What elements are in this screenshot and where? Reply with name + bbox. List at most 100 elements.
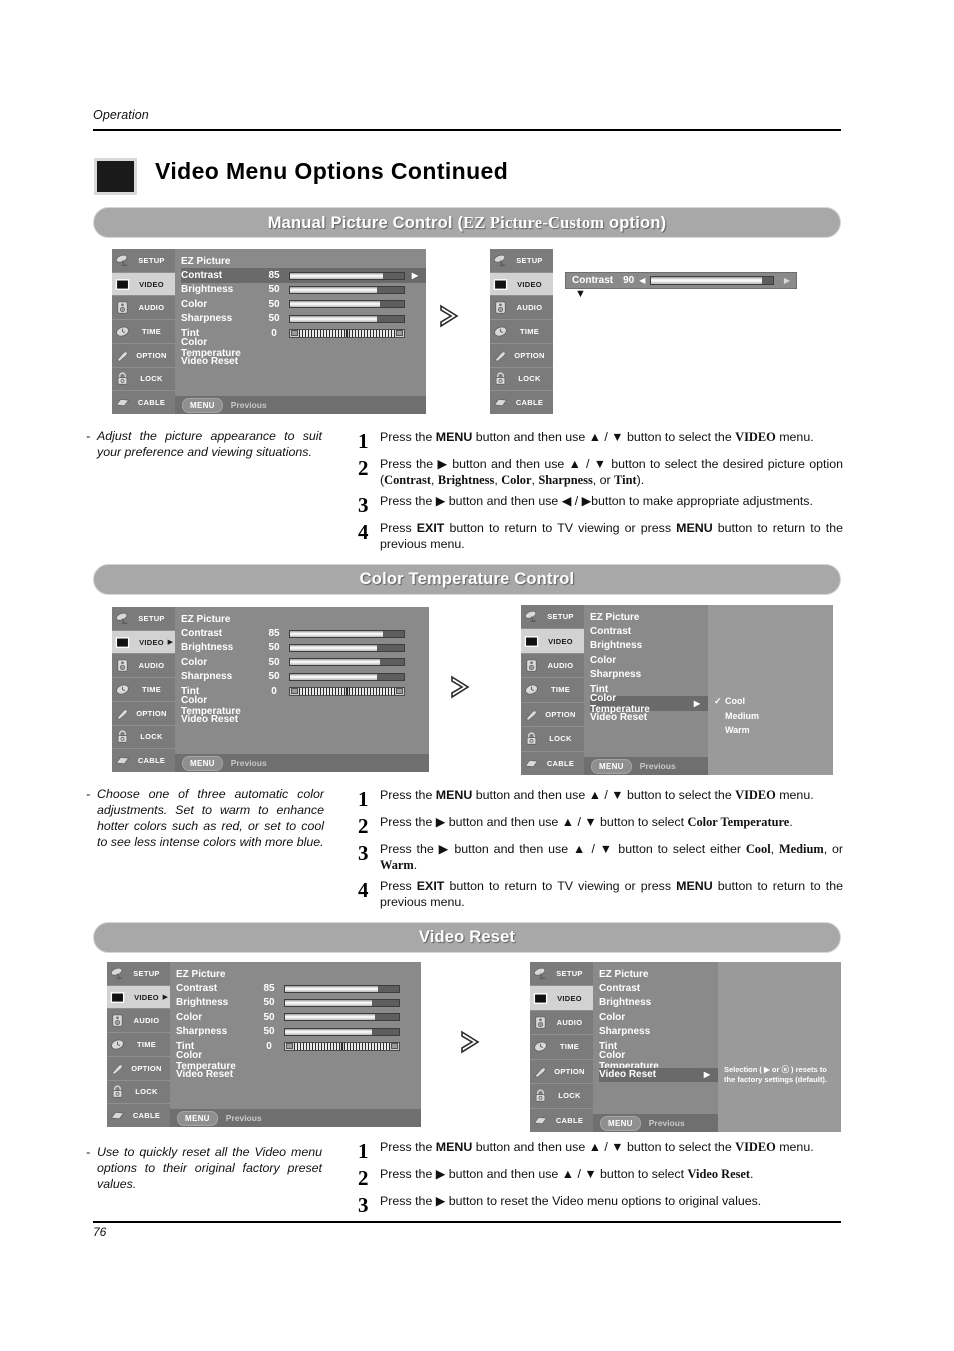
osd-sidebar-item-time[interactable]: TIME xyxy=(490,320,553,344)
osd-row-contrast[interactable]: Contrast xyxy=(599,981,718,995)
osd-row-sharpness[interactable]: Sharpness xyxy=(599,1025,718,1039)
osd-row-brightness[interactable]: Brightness xyxy=(599,996,718,1010)
osd-row-contrast[interactable]: Contrast xyxy=(590,624,708,638)
osd-row-color[interactable]: Color 50 xyxy=(181,297,426,311)
osd-sidebar-item-setup[interactable]: SETUP xyxy=(521,605,584,630)
osd-row-color[interactable]: Color 50 xyxy=(181,655,429,669)
osd-sidebar-item-lock[interactable]: LOCK xyxy=(107,1081,170,1105)
osd-row-contrast[interactable]: Contrast 85 xyxy=(181,626,429,640)
osd-sidebar-item-setup[interactable]: SETUP xyxy=(530,962,593,987)
osd-sidebar-item-setup[interactable]: SETUP xyxy=(490,249,553,273)
osd-sidebar-item-audio[interactable]: AUDIO xyxy=(521,654,584,679)
osd-sidebar-item-audio[interactable]: AUDIO xyxy=(112,296,175,321)
osd-row-color-temperature[interactable]: Color Temperature xyxy=(599,1050,718,1072)
osd-slider-bar[interactable] xyxy=(284,984,400,993)
osd-sidebar-item-lock[interactable]: LOCK xyxy=(112,368,175,392)
osd-sidebar-item-cable[interactable]: CABLE xyxy=(112,749,175,772)
popup-right-arrow-icon[interactable]: ▶ xyxy=(784,276,790,285)
osd-sidebar-item-lock[interactable]: LOCK xyxy=(521,727,584,752)
osd-menu-button[interactable]: MENU xyxy=(182,755,223,771)
osd-slider-bar[interactable] xyxy=(289,271,405,280)
osd-sidebar-item-time[interactable]: TIME xyxy=(521,678,584,703)
osd-menu-button[interactable]: MENU xyxy=(177,1110,218,1126)
submenu-item-warm[interactable]: Warm xyxy=(708,723,833,737)
osd-sidebar-item-setup[interactable]: SETUP xyxy=(112,249,175,273)
osd-row-sharpness[interactable]: Sharpness xyxy=(590,668,708,682)
osd-row-color-temperature[interactable]: Color Temperature xyxy=(181,337,426,359)
osd-row-sharpness[interactable]: Sharpness 50 xyxy=(181,670,429,684)
osd-sidebar-item-lock[interactable]: LOCK xyxy=(490,368,553,392)
osd-sidebar-item-video[interactable]: VIDEO xyxy=(490,272,553,297)
osd-row-video-reset[interactable]: Video Reset xyxy=(181,713,429,727)
osd-row-brightness[interactable]: Brightness 50 xyxy=(181,641,429,655)
osd-sidebar-item-time[interactable]: TIME xyxy=(112,320,175,344)
osd-row-color[interactable]: Color xyxy=(599,1010,718,1024)
submenu-item-cool[interactable]: ✓ Cool xyxy=(708,694,833,708)
satellite-dish-icon xyxy=(115,254,130,267)
osd-sidebar-item-audio[interactable]: AUDIO xyxy=(112,654,175,679)
osd-slider-bar[interactable] xyxy=(284,1027,400,1036)
osd-menu-button[interactable]: MENU xyxy=(182,397,223,413)
osd-sidebar-item-video[interactable]: VIDEO xyxy=(521,629,584,654)
osd-sidebar-item-time[interactable]: TIME xyxy=(112,678,175,702)
osd-row-brightness[interactable]: Brightness 50 xyxy=(176,996,421,1010)
osd-slider-bar[interactable] xyxy=(284,998,400,1007)
osd-row-video-reset[interactable]: Video Reset ▶ xyxy=(599,1067,718,1083)
osd-tint-slider[interactable] xyxy=(289,328,405,338)
osd-row-color[interactable]: Color xyxy=(590,653,708,667)
osd-menu-button[interactable]: MENU xyxy=(591,758,632,774)
osd-slider-bar[interactable] xyxy=(284,1013,400,1022)
osd-slider-bar[interactable] xyxy=(289,658,405,667)
osd-sidebar-item-cable[interactable]: CABLE xyxy=(521,752,584,775)
submenu-item-medium[interactable]: Medium xyxy=(708,708,833,722)
osd-sidebar-item-audio[interactable]: AUDIO xyxy=(490,296,553,321)
osd-sidebar-item-video[interactable]: VIDEO ▶ xyxy=(107,985,170,1010)
osd-row-video-reset[interactable]: Video Reset xyxy=(181,355,426,369)
osd-sidebar-item-setup[interactable]: SETUP xyxy=(107,962,170,986)
osd-sidebar-item-audio[interactable]: AUDIO xyxy=(107,1009,170,1034)
osd-row-video-reset[interactable]: Video Reset xyxy=(590,711,708,725)
osd-row-brightness[interactable]: Brightness 50 xyxy=(181,283,426,297)
osd-sidebar-item-audio[interactable]: AUDIO xyxy=(530,1011,593,1036)
osd-tint-slider[interactable] xyxy=(284,1041,400,1051)
osd-sidebar-item-option[interactable]: OPTION xyxy=(530,1060,593,1085)
osd-sidebar-item-option[interactable]: OPTION xyxy=(112,702,175,726)
osd-sidebar-item-option[interactable]: OPTION xyxy=(107,1057,170,1081)
osd-sidebar-item-setup[interactable]: SETUP xyxy=(112,607,175,631)
osd-sidebar-item-time[interactable]: TIME xyxy=(530,1035,593,1060)
osd-slider-bar[interactable] xyxy=(289,643,405,652)
osd-slider-bar[interactable] xyxy=(289,285,405,294)
osd-row-contrast[interactable]: Contrast 85 xyxy=(176,981,421,995)
osd-slider-bar[interactable] xyxy=(289,314,405,323)
osd-row-color[interactable]: Color 50 xyxy=(176,1010,421,1024)
osd-row-color-temperature[interactable]: Color Temperature ▶ xyxy=(590,693,708,715)
osd-sidebar-item-time[interactable]: TIME xyxy=(107,1033,170,1057)
osd-sidebar-item-lock[interactable]: LOCK xyxy=(530,1084,593,1109)
osd-row-color-temperature[interactable]: Color Temperature xyxy=(176,1050,421,1072)
osd-slider-bar[interactable] xyxy=(650,276,774,285)
osd-row-color-temperature[interactable]: Color Temperature xyxy=(181,695,429,717)
popup-left-arrow-icon[interactable]: ◀ xyxy=(639,276,645,285)
osd-sidebar-item-cable[interactable]: CABLE xyxy=(530,1109,593,1132)
osd-row-sharpness[interactable]: Sharpness 50 xyxy=(176,1025,421,1039)
osd-slider-bar[interactable] xyxy=(289,629,405,638)
osd-slider-bar[interactable] xyxy=(289,672,405,681)
osd-sidebar-item-option[interactable]: OPTION xyxy=(112,344,175,368)
osd-tint-slider[interactable] xyxy=(289,686,405,696)
osd-row-video-reset[interactable]: Video Reset xyxy=(176,1068,421,1082)
osd-sidebar-item-video[interactable]: VIDEO xyxy=(112,272,175,297)
osd-menu-button[interactable]: MENU xyxy=(600,1115,641,1131)
osd-row-brightness[interactable]: Brightness xyxy=(590,639,708,653)
osd-slider-bar[interactable] xyxy=(289,300,405,309)
osd-sidebar-item-lock[interactable]: LOCK xyxy=(112,726,175,750)
submenu-item-label: Warm xyxy=(725,724,750,735)
osd-sidebar-item-option[interactable]: OPTION xyxy=(490,344,553,368)
osd-row-sharpness[interactable]: Sharpness 50 xyxy=(181,312,426,326)
osd-sidebar-item-cable[interactable]: CABLE xyxy=(107,1104,170,1127)
osd-sidebar-item-option[interactable]: OPTION xyxy=(521,703,584,728)
osd-sidebar-item-cable[interactable]: CABLE xyxy=(112,391,175,414)
osd-sidebar-item-video[interactable]: VIDEO xyxy=(530,986,593,1011)
osd-row-contrast[interactable]: Contrast 85 ▶ xyxy=(181,268,426,283)
osd-sidebar-item-video[interactable]: VIDEO ▶ xyxy=(112,630,175,655)
osd-sidebar-item-cable[interactable]: CABLE xyxy=(490,391,553,414)
